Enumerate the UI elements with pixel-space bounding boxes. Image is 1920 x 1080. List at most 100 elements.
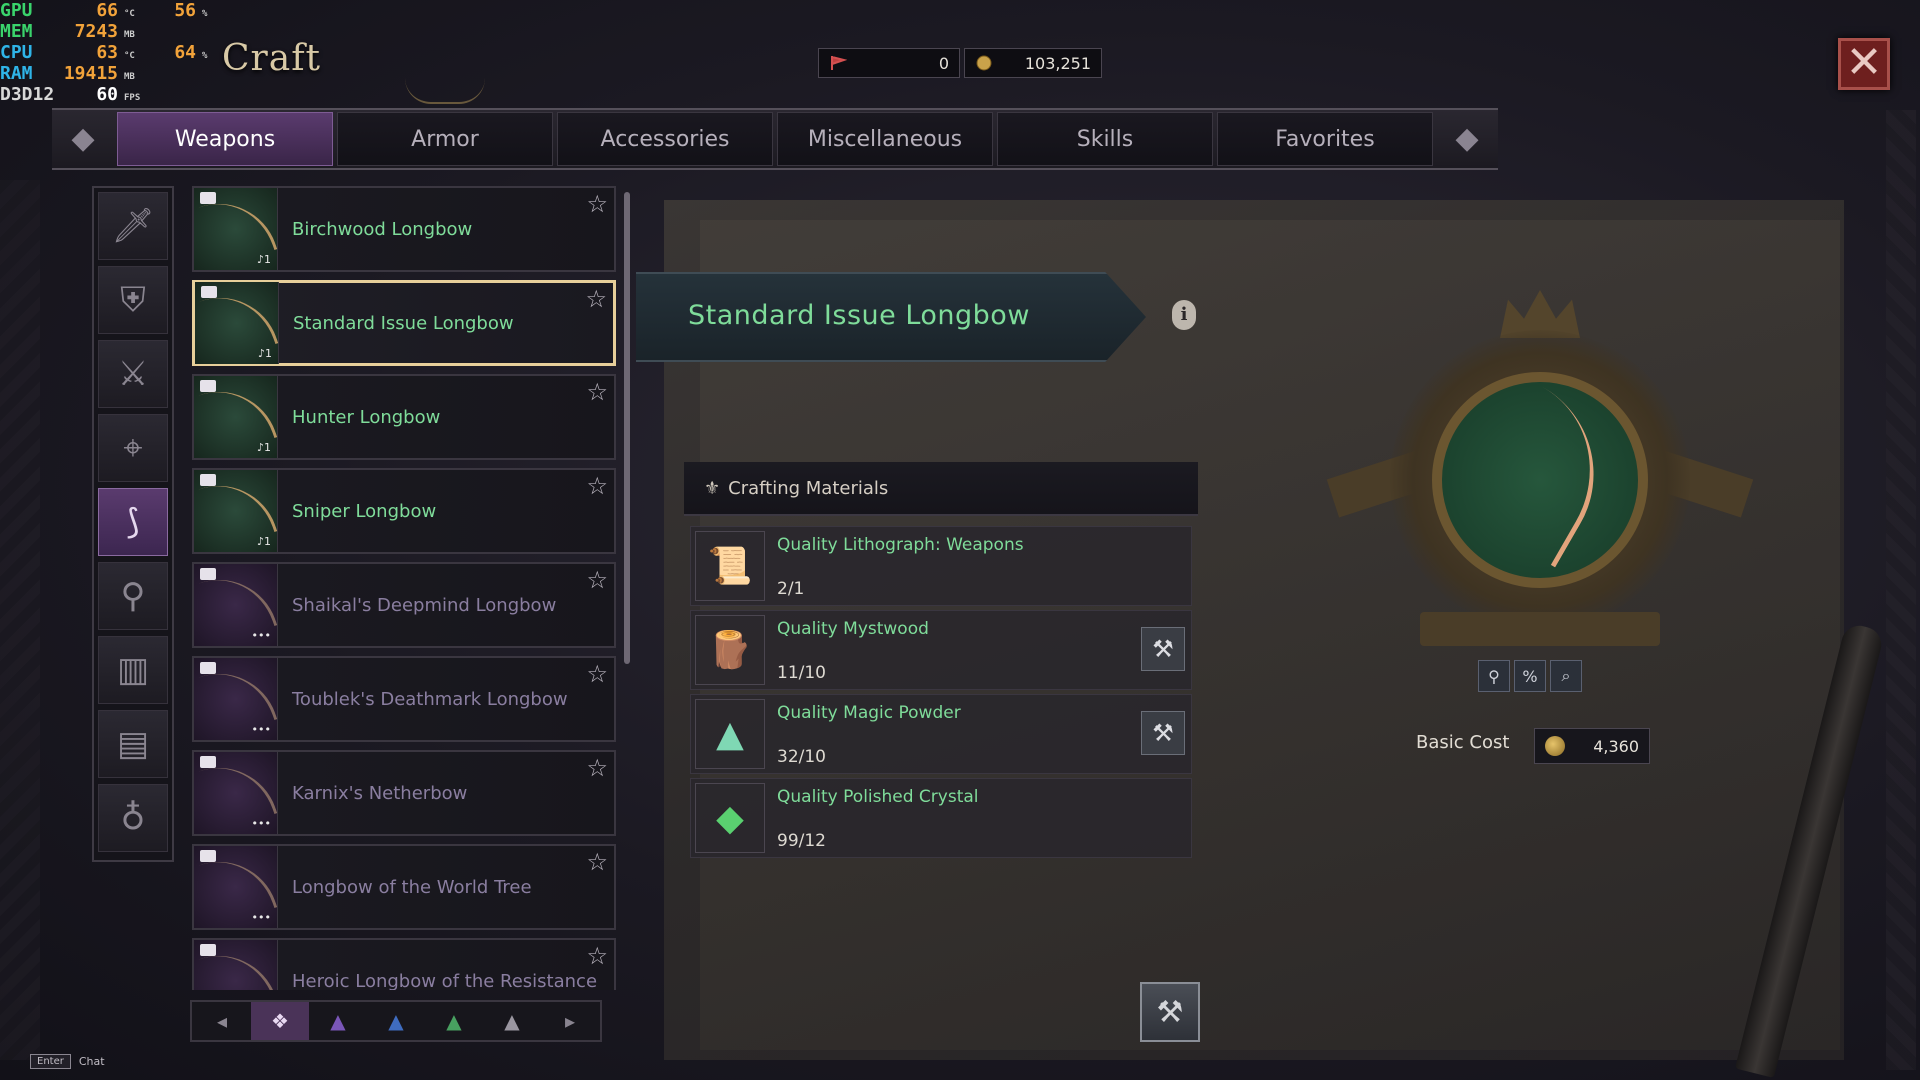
item-preview-crest (1326, 290, 1754, 670)
tab-weapons[interactable]: Weapons (117, 112, 333, 166)
favorite-star-icon[interactable]: ☆ (586, 472, 608, 500)
craft-material-button[interactable]: ⚒ (1141, 627, 1185, 671)
favorite-star-icon[interactable]: ☆ (586, 566, 608, 594)
material-row: ◆ Quality Polished Crystal 99/12 (690, 778, 1192, 858)
staff-icon[interactable]: ⚲ (98, 562, 168, 630)
filter-purple-grade[interactable]: ▲ (309, 1002, 367, 1040)
recipe-list-item[interactable]: ••• Karnix's Netherbow ☆ (192, 750, 616, 836)
favorite-star-icon[interactable]: ☆ (586, 190, 608, 218)
weapon-type-sidebar: 🗡 ⛨ ⚔ ⌖ ⟆ ⚲ ▥ ▤ ♁ (92, 186, 174, 862)
favorite-star-icon[interactable]: ☆ (586, 848, 608, 876)
recipe-name: Birchwood Longbow (292, 218, 473, 240)
perf-key: MEM (0, 21, 33, 42)
filter-prev-icon[interactable]: ◂ (193, 1002, 251, 1040)
basic-cost-label: Basic Cost (1416, 732, 1510, 753)
token-counter: 0 (818, 48, 960, 78)
recipe-book-icon (200, 568, 216, 580)
dagger-icon[interactable]: 🗡 (98, 192, 168, 260)
material-count: 99/12 (777, 831, 826, 851)
material-count: 11/10 (777, 663, 826, 683)
recipe-list-item[interactable]: ♪1 Sniper Longbow ☆ (192, 468, 616, 554)
material-row: 📜 Quality Lithograph: Weapons 2/1 (690, 526, 1192, 606)
material-count: 32/10 (777, 747, 826, 767)
shield-sword-icon[interactable]: ⛨ (98, 266, 168, 334)
recipe-book-icon (200, 944, 216, 956)
flag-token-icon (831, 56, 847, 70)
material-name: Quality Magic Powder (777, 703, 961, 723)
recipe-book-icon (200, 380, 216, 392)
filter-common-grade[interactable]: ▲ (483, 1002, 541, 1040)
tab-next-arrow-icon[interactable]: ◆ (1432, 108, 1502, 170)
chat-label: Chat (78, 1055, 105, 1068)
basic-cost-value: 4,360 (1593, 736, 1639, 756)
perf-value-2: 64 (174, 42, 196, 63)
recipe-name: Karnix's Netherbow (292, 782, 468, 804)
recipe-name: Longbow of the World Tree (292, 876, 532, 898)
recipe-name: Sniper Longbow (292, 500, 437, 522)
preview-buttons: ⚲ % ⌕ (1478, 660, 1582, 692)
recipe-list-item[interactable]: Heroic Longbow of the Resistance ☆ (192, 938, 616, 990)
recipe-list-item[interactable]: ••• Longbow of the World Tree ☆ (192, 844, 616, 930)
favorite-star-icon[interactable]: ☆ (586, 754, 608, 782)
magnify-icon[interactable]: ⌕ (1550, 660, 1582, 692)
recipe-list-item[interactable]: ••• Toublek's Deathmark Longbow ☆ (192, 656, 616, 742)
recipe-badge: ♪1 (256, 441, 271, 454)
recipe-book-icon (200, 662, 216, 674)
recipe-list-item[interactable]: ♪1 Standard Issue Longbow ☆ (192, 280, 616, 366)
craft-material-button[interactable]: ⚒ (1141, 711, 1185, 755)
scroll-icon: 📜 (695, 531, 765, 601)
perf-unit-2: % (202, 9, 208, 19)
material-row: ▲ Quality Magic Powder 32/10 ⚒ (690, 694, 1192, 774)
recipe-book-icon (200, 756, 216, 768)
spellbook-icon[interactable]: ▥ (98, 636, 168, 704)
recipe-list-item[interactable]: ♪1 Birchwood Longbow ☆ (192, 186, 616, 272)
filter-green-grade[interactable]: ▲ (425, 1002, 483, 1040)
material-name: Quality Mystwood (777, 619, 929, 639)
favorite-star-icon[interactable]: ☆ (585, 285, 607, 313)
recipe-list-item[interactable]: ♪1 Hunter Longbow ☆ (192, 374, 616, 460)
pouch-icon[interactable]: ♁ (98, 784, 168, 852)
filter-next-icon[interactable]: ▸ (541, 1002, 599, 1040)
recipe-badge: ♪1 (256, 535, 271, 548)
tab-favorites[interactable]: Favorites (1217, 112, 1433, 166)
recipe-thumbnail: ♪1 (194, 187, 278, 271)
chest-icon[interactable]: ▤ (98, 710, 168, 778)
crossed-swords-icon[interactable]: ⚔ (98, 340, 168, 408)
perf-key: D3D12 (0, 84, 55, 105)
recipe-badge: ♪1 (257, 347, 272, 360)
craft-button[interactable]: ⚒ (1140, 982, 1200, 1042)
longbow-icon[interactable]: ⟆ (98, 488, 168, 556)
filter-all[interactable]: ❖ (251, 1002, 309, 1040)
tab-prev-arrow-icon[interactable]: ◆ (48, 108, 118, 170)
success-rate-icon[interactable]: % (1514, 660, 1546, 692)
material-name: Quality Polished Crystal (777, 787, 979, 807)
crest-ribbon (1420, 612, 1660, 646)
filter-blue-grade[interactable]: ▲ (367, 1002, 425, 1040)
perf-row: CPU 63 °C 64% (0, 42, 228, 63)
perf-key: CPU (0, 42, 33, 63)
perf-unit: FPS (124, 93, 141, 103)
perf-key: GPU (0, 0, 33, 21)
tab-miscellaneous[interactable]: Miscellaneous (777, 112, 993, 166)
favorite-star-icon[interactable]: ☆ (586, 660, 608, 688)
recipe-list-scrollbar[interactable] (624, 192, 630, 664)
recipe-thumbnail: ♪1 (194, 375, 278, 459)
perf-value: 66 (96, 0, 118, 21)
recipe-name: Hunter Longbow (292, 406, 441, 428)
recipe-badge: ♪1 (256, 253, 271, 266)
tab-accessories[interactable]: Accessories (557, 112, 773, 166)
tab-armor[interactable]: Armor (337, 112, 553, 166)
close-button[interactable]: ✕ (1838, 38, 1890, 90)
perf-unit: MB (124, 72, 135, 82)
crossbow-icon[interactable]: ⌖ (98, 414, 168, 482)
material-count: 2/1 (777, 579, 805, 599)
materials-location-icon[interactable]: ⚲ (1478, 660, 1510, 692)
tab-skills[interactable]: Skills (997, 112, 1213, 166)
recipe-name: Toublek's Deathmark Longbow (292, 688, 568, 710)
favorite-star-icon[interactable]: ☆ (586, 942, 608, 970)
favorite-star-icon[interactable]: ☆ (586, 378, 608, 406)
recipe-list-item[interactable]: ••• Shaikal's Deepmind Longbow ☆ (192, 562, 616, 648)
recipe-book-icon (200, 474, 216, 486)
info-icon[interactable]: i (1172, 300, 1196, 330)
chat-hint[interactable]: Enter Chat (30, 1054, 105, 1069)
